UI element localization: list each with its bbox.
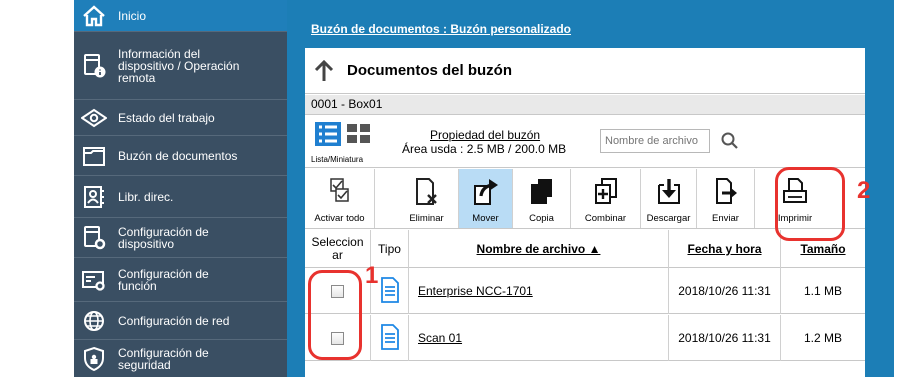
filename-link[interactable]: Scan 01 — [418, 331, 462, 345]
copy-icon — [529, 177, 555, 208]
print-highlight-ring — [775, 167, 845, 241]
merge-icon — [593, 177, 619, 208]
document-icon — [380, 276, 400, 306]
sidebar-item-inicio[interactable]: Inicio — [74, 0, 287, 32]
sidebar-item-label: Información del dispositivo / Operación … — [118, 46, 240, 85]
breadcrumb[interactable]: Buzón de documentos : Buzón personalizad… — [311, 22, 571, 36]
sidebar-item-label: Buzón de documentos — [118, 148, 238, 163]
download-button[interactable]: Descargar — [641, 169, 697, 228]
date-cell: 2018/10/26 11:31 — [669, 268, 781, 314]
back-arrow-icon[interactable] — [313, 59, 335, 83]
sidebar-item-device-settings[interactable]: Configuración de dispositivo — [74, 218, 287, 258]
send-label: Enviar — [712, 213, 739, 224]
sidebar-item-label: Libr. direc. — [118, 189, 174, 204]
column-filename-sort[interactable]: Nombre de archivo ▲ — [409, 230, 669, 268]
delete-icon — [414, 177, 440, 210]
select-all-icon — [329, 177, 351, 206]
merge-label: Combinar — [584, 213, 627, 224]
sidebar-item-job-status[interactable]: Estado del trabajo — [74, 100, 287, 136]
download-icon — [656, 177, 682, 208]
delete-label: Eliminar — [409, 213, 444, 224]
sidebar-item-label: Configuración de seguridad — [118, 345, 209, 372]
sidebar-item-label: Configuración de función — [118, 266, 209, 293]
sidebar-item-document-box[interactable]: Buzón de documentos — [74, 136, 287, 176]
select-all-button[interactable]: Activar todo — [305, 169, 375, 228]
checkbox-highlight-ring — [308, 270, 362, 360]
filename-link[interactable]: Enterprise NCC-1701 — [418, 284, 533, 298]
list-view-icon — [315, 122, 341, 149]
function-settings-icon — [74, 268, 114, 292]
panel-header: Documentos del buzón — [305, 48, 865, 94]
select-all-label: Activar todo — [314, 213, 365, 224]
box-properties-link[interactable]: Propiedad del buzón — [430, 128, 540, 142]
download-label: Descargar — [646, 213, 691, 224]
column-select: Seleccion ar — [305, 230, 371, 268]
delete-button[interactable]: Eliminar — [395, 169, 459, 228]
send-button[interactable]: Enviar — [697, 169, 755, 228]
callout-number-1: 1 — [365, 262, 379, 289]
device-settings-icon — [74, 225, 114, 251]
eye-icon — [74, 108, 114, 128]
filename-search-input[interactable] — [600, 129, 710, 153]
address-book-icon — [74, 185, 114, 209]
table-row: Enterprise NCC-1701 2018/10/26 11:31 1.1… — [305, 268, 865, 314]
column-date-sort[interactable]: Fecha y hora — [669, 230, 781, 268]
sidebar-item-security-settings[interactable]: Configuración de seguridad — [74, 340, 287, 377]
box-properties-row: Lista/Miniatura Propiedad del buzón Área… — [305, 116, 865, 168]
search-icon[interactable] — [720, 131, 740, 154]
shield-icon — [74, 346, 114, 372]
folder-icon — [74, 145, 114, 167]
date-cell: 2018/10/26 11:31 — [669, 315, 781, 361]
copy-label: Copia — [529, 213, 554, 224]
device-info-icon — [74, 53, 114, 79]
callout-number-2: 2 — [857, 177, 871, 204]
sidebar-item-device-info[interactable]: Información del dispositivo / Operación … — [74, 32, 287, 100]
type-cell — [371, 315, 409, 361]
thumbnail-view-icon — [347, 124, 371, 147]
box-name: 0001 - Box01 — [305, 95, 865, 115]
sidebar-item-address-book[interactable]: Libr. direc. — [74, 176, 287, 218]
page-title: Documentos del buzón — [347, 62, 512, 79]
storage-usage: Área usda : 2.5 MB / 200.0 MB — [402, 142, 567, 156]
table-row: Scan 01 2018/10/26 11:31 1.2 MB — [305, 315, 865, 361]
view-toggle-label: Lista/Miniatura — [311, 155, 364, 164]
sidebar-item-network-settings[interactable]: Configuración de red — [74, 302, 287, 340]
sidebar-item-label: Estado del trabajo — [118, 110, 215, 125]
sidebar-item-label: Configuración de dispositivo — [118, 224, 209, 251]
filename-cell: Enterprise NCC-1701 — [409, 268, 669, 314]
copy-button[interactable]: Copia — [513, 169, 571, 228]
send-icon — [713, 177, 739, 208]
filename-cell: Scan 01 — [409, 315, 669, 361]
size-cell: 1.1 MB — [803, 284, 842, 298]
move-icon — [472, 177, 500, 210]
document-icon — [380, 323, 400, 353]
merge-button[interactable]: Combinar — [571, 169, 641, 228]
home-icon — [74, 4, 114, 27]
size-cell: 1.2 MB — [803, 331, 842, 345]
globe-icon — [74, 309, 114, 333]
sidebar-item-function-settings[interactable]: Configuración de función — [74, 258, 287, 302]
sidebar-item-label: Inicio — [118, 8, 147, 23]
sidebar: Inicio Información del dispositivo / Ope… — [74, 0, 287, 377]
move-button[interactable]: Mover — [459, 169, 513, 228]
sidebar-item-label: Configuración de red — [118, 313, 230, 328]
list-thumbnail-toggle[interactable]: Lista/Miniatura — [309, 122, 373, 164]
move-label: Mover — [472, 213, 499, 224]
